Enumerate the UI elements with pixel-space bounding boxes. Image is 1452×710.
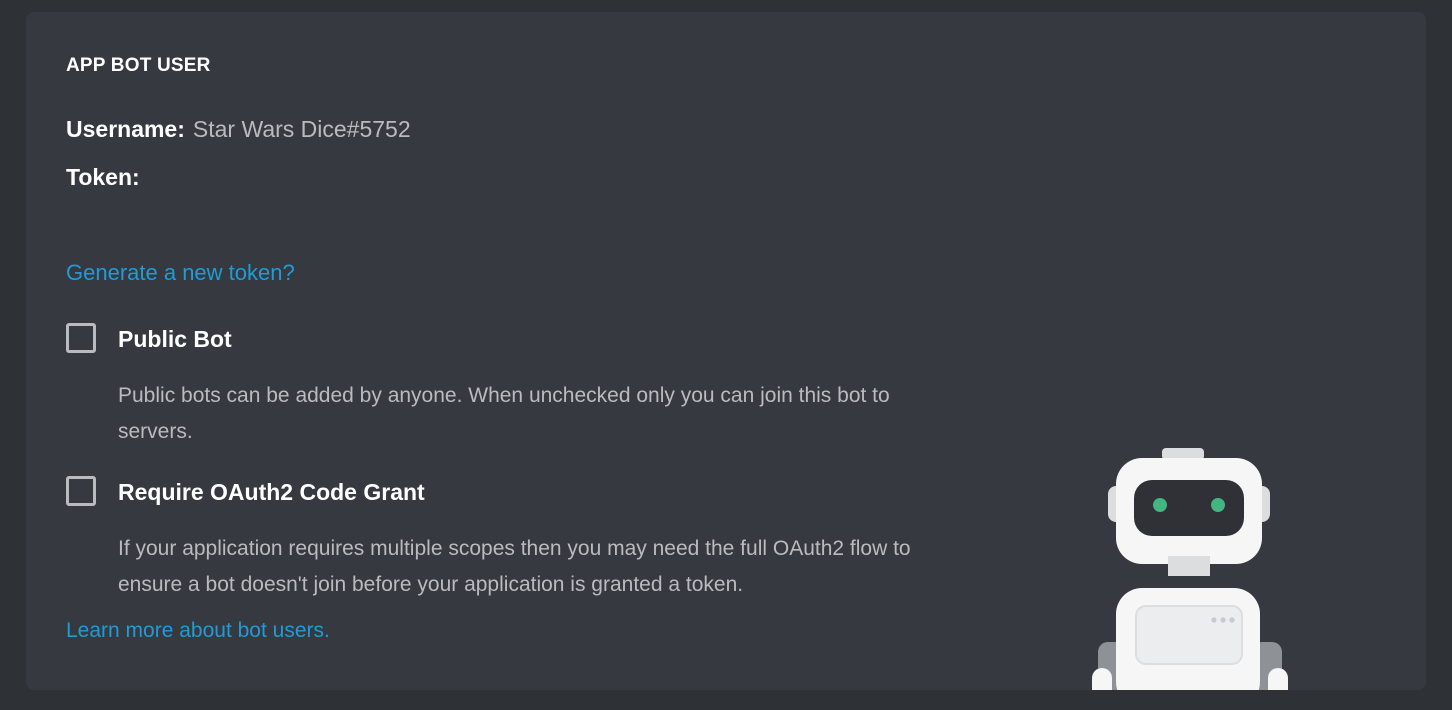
generate-token-link[interactable]: Generate a new token? bbox=[66, 260, 295, 286]
public-bot-description: Public bots can be added by anyone. When… bbox=[118, 384, 890, 443]
learn-more-link[interactable]: Learn more about bot users. bbox=[66, 619, 330, 643]
oauth2-code-grant-label[interactable]: Require OAuth2 Code Grant bbox=[118, 479, 425, 506]
section-title: APP BOT USER bbox=[66, 55, 211, 76]
username-row: Username: Star Wars Dice#5752 bbox=[66, 116, 411, 143]
public-bot-checkbox[interactable] bbox=[66, 323, 96, 353]
username-value[interactable]: Star Wars Dice#5752 bbox=[193, 116, 411, 142]
token-label: Token: bbox=[66, 164, 140, 190]
username-label: Username: bbox=[66, 116, 185, 142]
token-row: Token: bbox=[66, 164, 140, 191]
app-bot-user-card: APP BOT USER Username: Star Wars Dice#575… bbox=[26, 12, 1426, 690]
public-bot-label[interactable]: Public Bot bbox=[118, 326, 232, 353]
oauth2-code-grant-description: If your application requires multiple sc… bbox=[118, 537, 911, 596]
robot-illustration-icon bbox=[1092, 448, 1288, 690]
oauth2-code-grant-checkbox[interactable] bbox=[66, 476, 96, 506]
